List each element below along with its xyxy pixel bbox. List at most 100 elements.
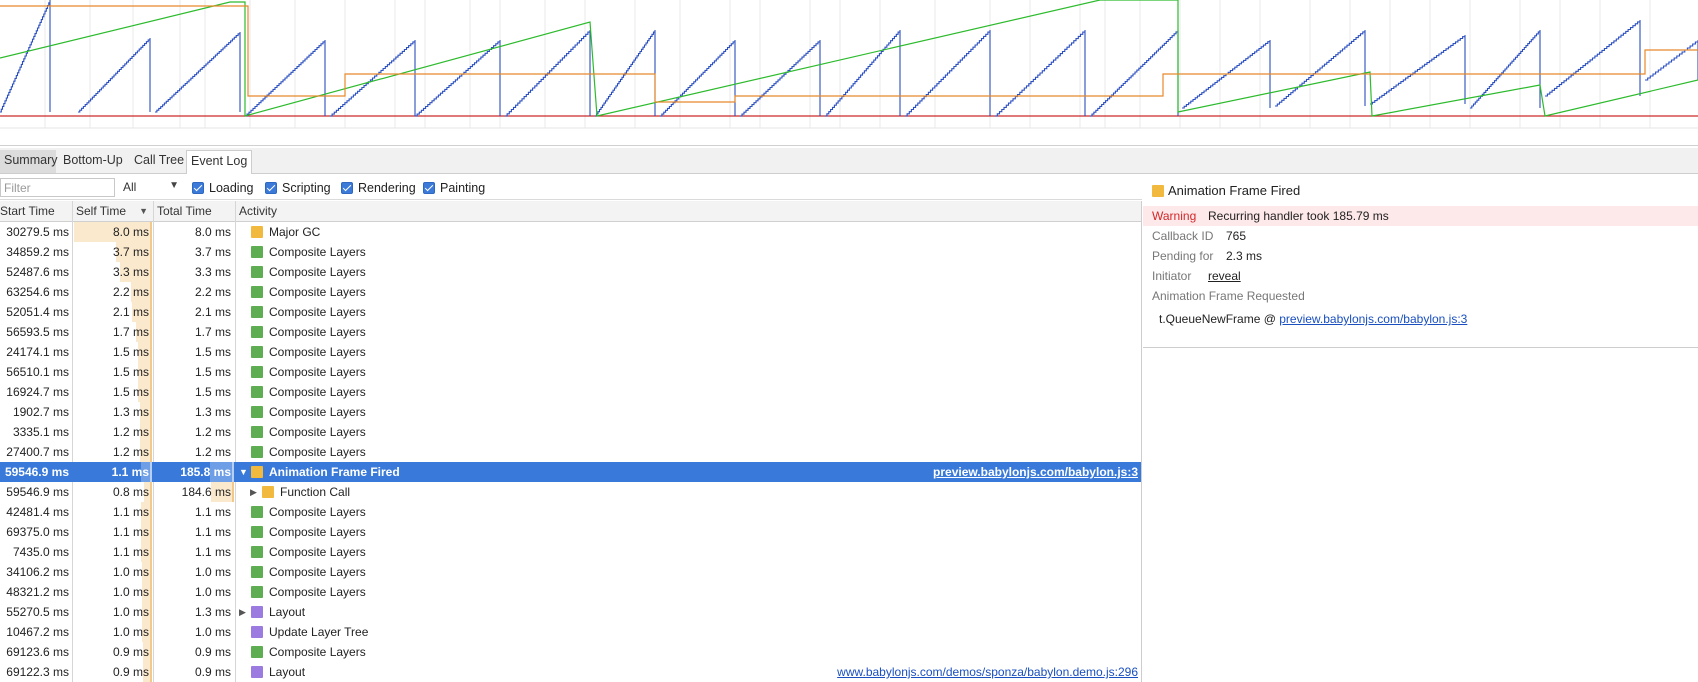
self-time-value: 1.5 ms <box>112 385 149 399</box>
self-time-value: 1.1 ms <box>112 505 149 519</box>
activity-name: Update Layer Tree <box>269 625 369 639</box>
table-row[interactable]: 24174.1 ms 1.5 ms 1.5 ms Composite Layers <box>0 342 1141 362</box>
table-row[interactable]: 30279.5 ms 8.0 ms 8.0 ms Major GC <box>0 222 1141 242</box>
table-row[interactable]: 59546.9 ms 1.1 ms 185.8 ms ▼ Animation Frame… <box>0 462 1141 482</box>
total-time-cell: 1.3 ms <box>155 602 234 622</box>
column-header-total-time[interactable]: Total Time <box>154 201 236 222</box>
checkbox-checked-icon <box>265 182 277 194</box>
self-time-cell: 1.0 ms <box>74 622 152 642</box>
start-time-cell: 16924.7 ms <box>6 385 69 399</box>
rendering-category-swatch <box>251 426 263 438</box>
table-row[interactable]: 27400.7 ms 1.2 ms 1.2 ms Composite Layers <box>0 442 1141 462</box>
self-time-cell: 1.7 ms <box>74 322 152 342</box>
table-row[interactable]: 52051.4 ms 2.1 ms 2.1 ms Composite Layers <box>0 302 1141 322</box>
total-time-cell: 1.5 ms <box>155 342 234 362</box>
self-time-cell: 1.3 ms <box>74 402 152 422</box>
pending-for-label: Pending for <box>1152 249 1214 263</box>
self-time-cell: 1.5 ms <box>74 362 152 382</box>
start-time-cell: 1902.7 ms <box>12 405 69 419</box>
rendering-category-swatch <box>251 286 263 298</box>
stack-source-link[interactable]: preview.babylonjs.com/babylon.js:3 <box>1279 312 1467 326</box>
self-time-value: 3.7 ms <box>112 245 149 259</box>
self-time-tick <box>150 382 152 402</box>
table-row[interactable]: 34106.2 ms 1.0 ms 1.0 ms Composite Layers <box>0 562 1141 582</box>
source-location-link[interactable]: preview.babylonjs.com/babylon.js:3 <box>933 462 1138 482</box>
column-header-self-time[interactable]: Self Time ▼ <box>73 201 154 222</box>
collapsed-triangle-icon[interactable]: ▶ <box>239 602 249 622</box>
self-time-tick <box>150 622 152 642</box>
tab-call-tree[interactable]: Call Tree <box>130 150 188 173</box>
total-time-value: 0.9 ms <box>194 665 231 679</box>
table-row[interactable]: 3335.1 ms 1.2 ms 1.2 ms Composite Layers <box>0 422 1141 442</box>
rendering-category-swatch <box>251 506 263 518</box>
stack-trace-line: t.QueueNewFrame @ preview.babylonjs.com/… <box>1159 312 1467 326</box>
activity-name: Animation Frame Fired <box>269 465 400 479</box>
self-time-cell: 0.9 ms <box>74 662 152 682</box>
self-time-tick <box>150 522 152 542</box>
filter-input[interactable] <box>0 178 115 197</box>
start-time-cell: 34106.2 ms <box>6 565 69 579</box>
tab-summary[interactable]: Summary <box>0 150 57 173</box>
self-time-tick <box>150 282 152 302</box>
self-time-label: Self Time <box>76 204 127 218</box>
table-row[interactable]: 69123.6 ms 0.9 ms 0.9 ms Composite Layers <box>0 642 1141 662</box>
rendering-checkbox[interactable]: Rendering <box>341 180 416 196</box>
sort-descending-icon: ▼ <box>139 206 148 216</box>
self-time-cell: 2.1 ms <box>74 302 152 322</box>
self-time-cell: 8.0 ms <box>74 222 152 242</box>
self-time-value: 1.2 ms <box>112 425 149 439</box>
loading-checkbox[interactable]: Loading <box>192 180 254 196</box>
table-row[interactable]: 52487.6 ms 3.3 ms 3.3 ms Composite Layers <box>0 262 1141 282</box>
activity-name: Composite Layers <box>269 325 366 339</box>
self-time-value: 1.1 ms <box>111 465 149 479</box>
activity-name: Composite Layers <box>269 645 366 659</box>
rendering-category-swatch <box>251 386 263 398</box>
duration-filter-select[interactable]: All ▼ <box>123 180 179 196</box>
memory-overview-graph[interactable] <box>0 0 1698 146</box>
table-row[interactable]: 63254.6 ms 2.2 ms 2.2 ms Composite Layers <box>0 282 1141 302</box>
table-row[interactable]: 1902.7 ms 1.3 ms 1.3 ms Composite Layers <box>0 402 1141 422</box>
table-row[interactable]: 55270.5 ms 1.0 ms 1.3 ms ▶ Layout <box>0 602 1141 622</box>
self-time-value: 1.0 ms <box>112 565 149 579</box>
table-row[interactable]: 34859.2 ms 3.7 ms 3.7 ms Composite Layers <box>0 242 1141 262</box>
table-row[interactable]: 42481.4 ms 1.1 ms 1.1 ms Composite Layers <box>0 502 1141 522</box>
start-time-cell: 52051.4 ms <box>6 305 69 319</box>
start-time-cell: 69375.0 ms <box>6 525 69 539</box>
table-row[interactable]: 56593.5 ms 1.7 ms 1.7 ms Composite Layers <box>0 322 1141 342</box>
column-header-start-time[interactable]: Start Time <box>0 201 73 222</box>
activity-name: Composite Layers <box>269 265 366 279</box>
rendering-category-swatch <box>251 346 263 358</box>
total-time-value: 1.2 ms <box>194 425 231 439</box>
start-time-cell: 24174.1 ms <box>6 345 69 359</box>
table-row[interactable]: 69122.3 ms 0.9 ms 0.9 ms Layout www.babylonj… <box>0 662 1141 682</box>
table-row[interactable]: 48321.2 ms 1.0 ms 1.0 ms Composite Layers <box>0 582 1141 602</box>
table-row[interactable]: 10467.2 ms 1.0 ms 1.0 ms Update Layer Tree <box>0 622 1141 642</box>
total-time-value: 1.0 ms <box>194 565 231 579</box>
tab-event-log[interactable]: Event Log <box>186 150 253 174</box>
warning-label: Warning <box>1152 209 1197 223</box>
painting-checkbox[interactable]: Painting <box>423 180 485 196</box>
total-time-cell: 3.7 ms <box>155 242 234 262</box>
expanded-triangle-icon[interactable]: ▼ <box>239 462 249 482</box>
initiator-reveal-link[interactable]: reveal <box>1208 267 1241 285</box>
activity-name: Composite Layers <box>269 545 366 559</box>
column-header-activity[interactable]: Activity <box>236 201 1141 222</box>
table-row[interactable]: 69375.0 ms 1.1 ms 1.1 ms Composite Layers <box>0 522 1141 542</box>
self-time-value: 1.0 ms <box>112 585 149 599</box>
table-row[interactable]: 7435.0 ms 1.1 ms 1.1 ms Composite Layers <box>0 542 1141 562</box>
self-time-cell: 1.2 ms <box>74 442 152 462</box>
collapsed-triangle-icon[interactable]: ▶ <box>250 482 260 502</box>
source-location-link[interactable]: www.babylonjs.com/demos/sponza/babylon.d… <box>837 662 1138 682</box>
tab-bottom-up[interactable]: Bottom-Up <box>59 150 127 173</box>
initiator-row: Initiator reveal <box>1152 267 1241 285</box>
scripting-checkbox[interactable]: Scripting <box>265 180 331 196</box>
activity-name: Layout <box>269 605 306 619</box>
table-row[interactable]: 56510.1 ms 1.5 ms 1.5 ms Composite Layers <box>0 362 1141 382</box>
start-time-cell: 30279.5 ms <box>6 225 69 239</box>
self-time-cell: 1.5 ms <box>74 382 152 402</box>
start-time-cell: 10467.2 ms <box>6 625 69 639</box>
table-row[interactable]: 59546.9 ms 0.8 ms 184.6 ms ▶ Function Call <box>0 482 1141 502</box>
painting-category-swatch <box>251 666 263 678</box>
table-row[interactable]: 16924.7 ms 1.5 ms 1.5 ms Composite Layers <box>0 382 1141 402</box>
rendering-category-swatch <box>251 246 263 258</box>
